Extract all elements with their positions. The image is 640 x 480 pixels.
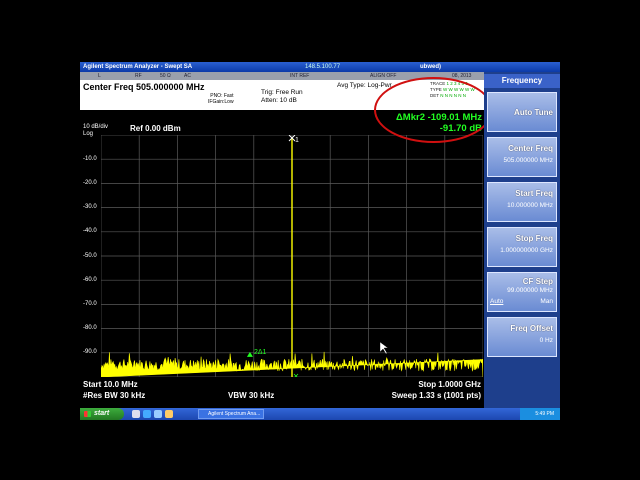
y-tick-label: -40.0 — [83, 228, 97, 234]
ref-level-label: Ref 0.00 dBm — [130, 124, 181, 133]
mouse-cursor-icon — [379, 341, 389, 355]
softkey-freq-offset[interactable]: Freq Offset 0 Hz — [487, 317, 557, 357]
status-item: 50 Ω — [160, 73, 171, 79]
window-address: 148.5.100.77 — [305, 64, 341, 70]
softkey-value: 0 Hz — [539, 337, 553, 344]
spectrum-plot[interactable]: 10 dB/div Log Ref 0.00 dBm -10.0 -20.0 -… — [80, 110, 484, 408]
softkey-panel: Frequency Auto Tune Center Freq 505.0000… — [484, 72, 560, 408]
status-item: ALIGN OFF — [370, 73, 397, 79]
softkey-label: Center Freq — [508, 144, 553, 153]
marker1-label: 1 — [295, 137, 299, 144]
res-bw-label: #Res BW 30 kHz — [83, 391, 146, 400]
pno-readout: PNO: Fast IFGain:Low — [208, 93, 234, 105]
softkey-cf-step[interactable]: CF Step 99.000000 MHz Auto Man — [487, 272, 557, 312]
browser-icon[interactable] — [143, 410, 151, 418]
system-clock: 5:49 PM — [520, 408, 560, 420]
softkey-label: CF Step — [522, 277, 553, 286]
man-option: Man — [540, 298, 553, 305]
trig-label: Trig: Free Run — [261, 89, 303, 96]
softkey-label: Auto Tune — [514, 108, 553, 117]
status-item: RF — [135, 73, 142, 79]
window-title: Agilent Spectrum Analyzer - Swept SA — [83, 64, 193, 70]
windows-taskbar: start Agilent Spectrum Ana... 5:49 PM — [80, 408, 560, 420]
softkey-value: 505.000000 MHz — [503, 157, 553, 164]
center-freq-readout[interactable]: Center Freq 505.000000 MHz — [83, 82, 205, 92]
marker-ref-x-icon — [293, 373, 299, 377]
y-tick-label: -10.0 — [83, 156, 97, 162]
softkey-value: 10.000000 MHz — [507, 202, 553, 209]
status-item: INT REF — [290, 73, 310, 79]
explorer-icon[interactable] — [154, 410, 162, 418]
softkey-value: 1.000000000 GHz — [500, 247, 553, 254]
taskbar-app-button[interactable]: Agilent Spectrum Ana... — [198, 409, 264, 419]
y-tick-label: -50.0 — [83, 253, 97, 259]
start-label: start — [94, 410, 110, 417]
ifgain-label: IFGain:Low — [208, 99, 234, 105]
sweep-label: Sweep 1.33 s (1001 pts) — [391, 391, 481, 400]
highlight-circle — [374, 77, 493, 143]
vbw-label: VBW 30 kHz — [228, 391, 275, 400]
softkey-center-freq[interactable]: Center Freq 505.000000 MHz — [487, 137, 557, 177]
window-right-title: ubwed) — [420, 64, 441, 70]
scale-div-label: 10 dB/div — [83, 124, 109, 130]
y-tick-label: -70.0 — [83, 301, 97, 307]
softkey-label: Stop Freq — [515, 234, 553, 243]
y-tick-label: -20.0 — [83, 180, 97, 186]
analyzer-screen: Agilent Spectrum Analyzer - Swept SA 148… — [80, 62, 560, 420]
desktop-icon[interactable] — [132, 410, 140, 418]
softkey-label: Start Freq — [515, 189, 553, 198]
softkey-label: Freq Offset — [510, 324, 553, 333]
auto-man-toggle[interactable]: Auto Man — [490, 298, 553, 305]
atten-label: Atten: 10 dB — [261, 97, 297, 104]
marker2-label: 2Δ1 — [254, 349, 267, 356]
windows-flag-icon — [84, 411, 91, 417]
y-tick-label: -80.0 — [83, 325, 97, 331]
status-item: AC — [184, 73, 191, 79]
window-title-bar: Agilent Spectrum Analyzer - Swept SA 148… — [80, 62, 560, 72]
y-tick-label: -60.0 — [83, 277, 97, 283]
softkey-stop-freq[interactable]: Stop Freq 1.000000000 GHz — [487, 227, 557, 267]
spectrum-grid: 1 2Δ1 — [101, 135, 483, 377]
trigger-readout: Trig: Free Run Atten: 10 dB — [261, 89, 303, 105]
stop-freq-label: Stop 1.0000 GHz — [418, 380, 481, 389]
softkey-auto-tune[interactable]: Auto Tune — [487, 92, 557, 132]
softkey-value: 99.000000 MHz — [507, 287, 553, 294]
start-freq-label: Start 10.0 MHz — [83, 380, 138, 389]
avg-type-label: Avg Type: Log-Pwr — [337, 82, 392, 89]
y-tick-label: -30.0 — [83, 204, 97, 210]
start-button[interactable]: start — [80, 408, 124, 420]
softkey-menu-title: Frequency — [484, 74, 560, 88]
y-tick-label: -90.0 — [83, 349, 97, 355]
folder-icon[interactable] — [165, 410, 173, 418]
status-item: L — [98, 73, 101, 79]
auto-option: Auto — [490, 298, 504, 305]
softkey-start-freq[interactable]: Start Freq 10.000000 MHz — [487, 182, 557, 222]
